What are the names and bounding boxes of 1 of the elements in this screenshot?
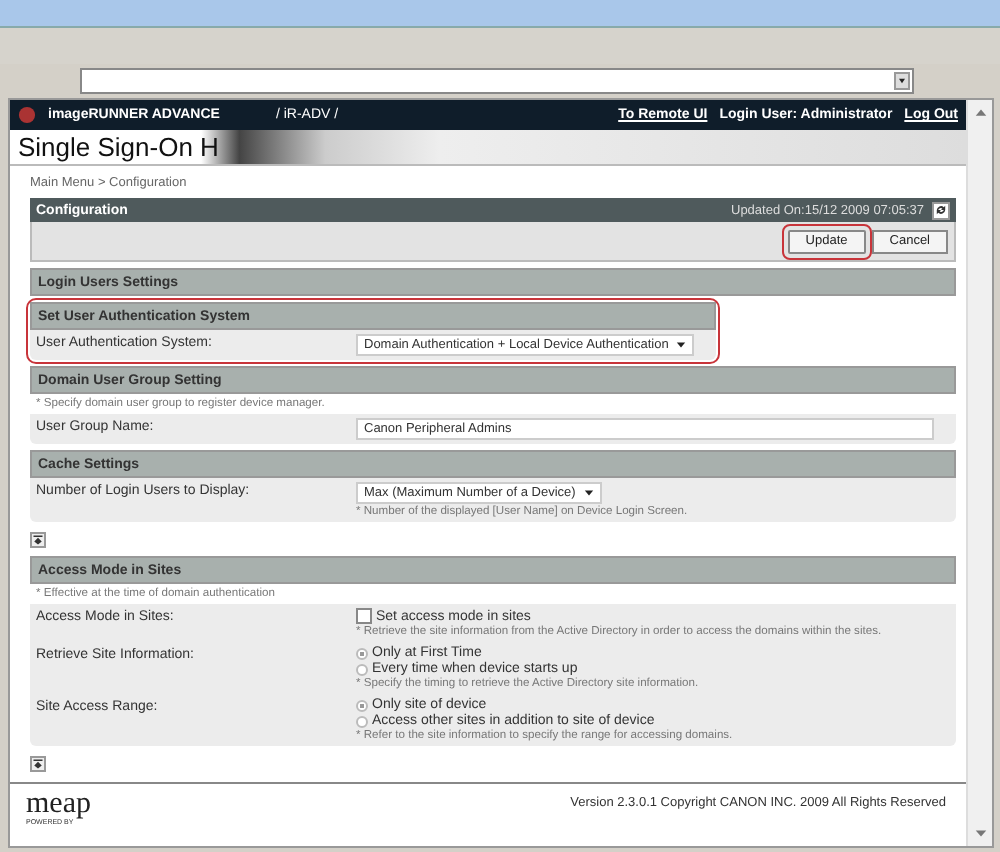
page-title: Single Sign-On H bbox=[18, 132, 219, 162]
